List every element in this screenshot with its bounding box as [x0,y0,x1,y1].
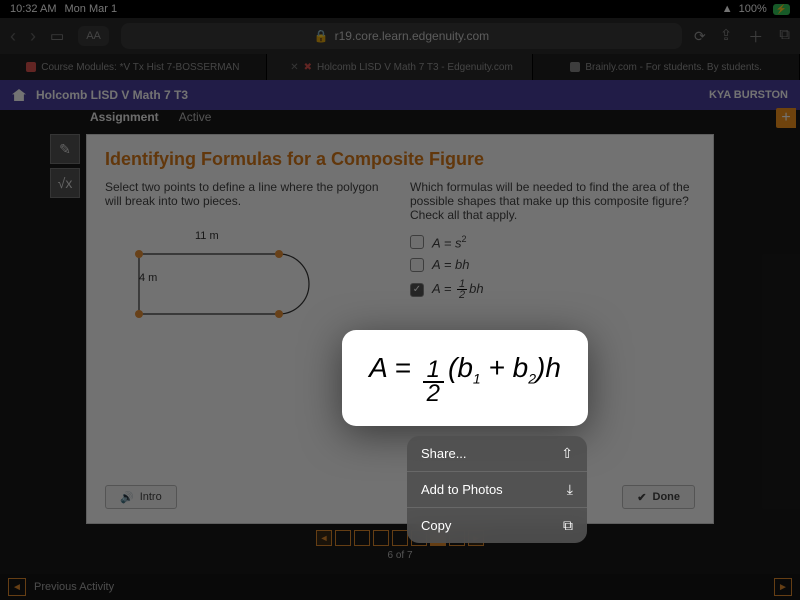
page-3[interactable] [373,530,389,546]
user-name: KYA BURSTON [709,89,788,101]
lesson-card: Identifying Formulas for a Composite Fig… [86,134,714,524]
option-3[interactable]: A = 12bh [410,279,695,300]
figure-top-label: 11 m [195,230,219,242]
footer: ◄ Previous Activity ► [0,574,800,600]
lock-icon: 🔒 [314,29,329,43]
menu-add-to-photos[interactable]: Add to Photos ⤓ [407,472,587,508]
tab-course-modules[interactable]: Course Modules: *V Tx Hist 7-BOSSERMAN [0,54,267,80]
footer-prev-arrow[interactable]: ◄ [8,578,26,596]
new-tab-icon[interactable]: ＋ [748,26,763,47]
home-icon[interactable] [12,89,26,101]
tabs-icon[interactable]: ⧉ [779,26,790,47]
page-2[interactable] [354,530,370,546]
checkbox[interactable] [410,235,424,249]
battery-text: 100% [739,3,767,15]
done-button[interactable]: ✔ Done [622,485,695,509]
option-1[interactable]: A = s2 [410,234,695,250]
copy-icon: ⧉ [563,517,573,534]
option-formula: A = bh [432,257,470,272]
popover-formula: A = 12(b1 + b2)h [369,352,561,405]
reload-icon[interactable]: ⟳ [694,28,706,45]
formula-popover[interactable]: A = 12(b1 + b2)h [342,330,588,426]
page-1[interactable] [335,530,351,546]
share-icon[interactable]: ⇪ [720,26,733,47]
url-text: r19.core.learn.edgenuity.com [335,29,490,43]
footer-next-arrow[interactable]: ► [774,578,792,596]
status-time: 10:32 AM [10,3,56,15]
status-bar: 10:32 AM Mon Mar 1 ▲ 100% ⚡ [0,0,800,18]
tool-column: ✎ √x [50,134,82,202]
browser-toolbar: ‹ › ▭ AA 🔒 r19.core.learn.edgenuity.com … [0,18,800,54]
share-icon: ⇧ [561,445,573,462]
forward-button[interactable]: › [30,26,36,47]
page-4[interactable] [392,530,408,546]
pencil-tool[interactable]: ✎ [50,134,80,164]
back-button[interactable]: ‹ [10,26,16,47]
lesson-title: Identifying Formulas for a Composite Fig… [87,135,713,180]
check-icon: ✔ [637,491,646,504]
add-button[interactable]: + [776,108,796,128]
bookmarks-icon[interactable]: ▭ [50,27,64,45]
assignment-header: Assignment Active [90,110,211,124]
context-menu: Share... ⇧ Add to Photos ⤓ Copy ⧉ [407,436,587,543]
text-size-button[interactable]: AA [78,26,109,46]
menu-copy[interactable]: Copy ⧉ [407,508,587,543]
battery-icon: ⚡ [773,4,790,15]
calculator-tool[interactable]: √x [50,168,80,198]
assignment-status: Active [179,110,212,124]
prompt-left: Select two points to define a line where… [105,180,390,208]
checkbox-checked[interactable] [410,283,424,297]
checkbox[interactable] [410,258,424,272]
close-tab-icon[interactable]: ✕ [290,62,298,73]
tab-edgenuity[interactable]: ✕ ✖ Holcomb LISD V Math 7 T3 - Edgenuity… [267,54,534,80]
tab-brainly[interactable]: Brainly.com - For students. By students. [533,54,800,80]
pager: ◄ ► 6 of 7 [86,530,714,561]
options-list: A = s2 A = bh A = 12bh [410,234,695,300]
speaker-icon: 🔊 [120,491,134,504]
footer-prev-label[interactable]: Previous Activity [34,581,114,593]
tab-icon [570,62,580,72]
wifi-icon: ▲ [722,3,733,15]
prompt-right: Which formulas will be needed to find th… [410,180,695,222]
composite-figure[interactable]: 11 m 4 m [105,232,390,342]
intro-button[interactable]: 🔊 Intro [105,485,177,509]
option-formula: A = 12bh [432,279,484,300]
pager-label: 6 of 7 [387,550,412,561]
status-date: Mon Mar 1 [64,3,117,15]
assignment-label: Assignment [90,110,159,124]
address-bar[interactable]: 🔒 r19.core.learn.edgenuity.com [121,23,682,49]
option-formula: A = s2 [432,234,467,250]
tab-strip: Course Modules: *V Tx Hist 7-BOSSERMAN ✕… [0,54,800,80]
download-icon: ⤓ [567,481,573,498]
pager-prev[interactable]: ◄ [316,530,332,546]
course-header: Holcomb LISD V Math 7 T3 KYA BURSTON [0,80,800,110]
course-title: Holcomb LISD V Math 7 T3 [36,88,188,102]
menu-share[interactable]: Share... ⇧ [407,436,587,472]
tab-icon [26,62,36,72]
option-2[interactable]: A = bh [410,257,695,272]
figure-svg [129,244,329,324]
